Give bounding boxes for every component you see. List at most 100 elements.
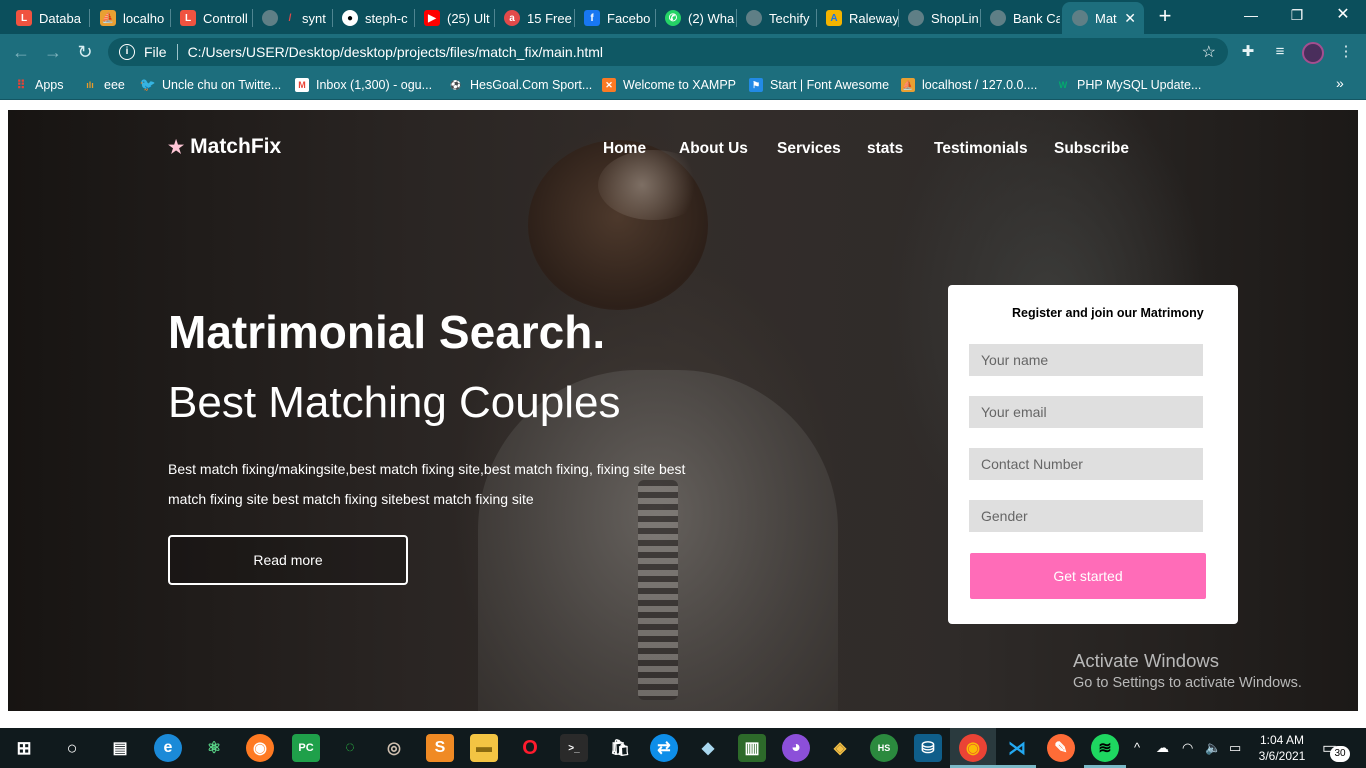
browser-tab[interactable]: ⛵ localho xyxy=(90,4,168,32)
laravel-icon: L xyxy=(180,10,196,26)
registration-form: Register and join our Matrimony Your nam… xyxy=(948,285,1238,624)
new-tab-button[interactable]: + xyxy=(1152,4,1178,30)
flag-icon: ⚑ xyxy=(749,78,763,92)
nav-services[interactable]: Services xyxy=(777,140,841,158)
restore-window-button[interactable]: ❐ xyxy=(1274,0,1320,32)
windows-start-icon[interactable]: ⊞ xyxy=(10,734,38,762)
browser-tab[interactable]: L Databa xyxy=(6,4,86,32)
extensions-puzzle-icon[interactable]: ✚ xyxy=(1238,42,1258,62)
nav-about-us[interactable]: About Us xyxy=(679,140,748,158)
show-hidden-icons-icon[interactable]: ^ xyxy=(1134,740,1140,755)
chart-app-icon[interactable]: ▥ xyxy=(738,734,766,762)
file-explorer-icon[interactable]: ▬ xyxy=(470,734,498,762)
browser-tab-strip: L Databa ⛵ localho L Controll / synt ● s… xyxy=(0,0,1366,34)
bookmark-item[interactable]: 🐦 Uncle chu on Twitte... xyxy=(140,76,281,94)
spotify-icon[interactable]: ≋ xyxy=(1091,734,1119,762)
close-tab-icon[interactable]: ✕ xyxy=(1124,10,1136,27)
notification-center-icon[interactable]: ▭ 30 xyxy=(1322,738,1350,762)
globe-icon xyxy=(990,10,1006,26)
address-bar[interactable]: i File C:/Users/USER/Desktop/desktop/pro… xyxy=(108,38,1228,66)
hero-headline: Matrimonial Search. xyxy=(168,306,606,358)
more-bookmarks-icon[interactable]: » xyxy=(1336,75,1344,91)
github-desktop-icon[interactable]: ◕ xyxy=(782,734,810,762)
hero-section: ★ MatchFix Home About Us Services stats … xyxy=(8,110,1358,711)
get-started-button[interactable]: Get started xyxy=(970,553,1206,599)
store-icon[interactable]: 🛍 xyxy=(606,734,634,762)
site-logo[interactable]: ★ MatchFix xyxy=(168,135,281,159)
info-icon[interactable]: i xyxy=(119,44,135,60)
hs-app-icon[interactable]: HS xyxy=(870,734,898,762)
more-menu-icon[interactable]: ⋮ xyxy=(1336,42,1356,62)
back-arrow-icon[interactable]: ← xyxy=(8,40,34,64)
nav-stats[interactable]: stats xyxy=(867,140,903,158)
browser-tab-active[interactable]: Mat ✕ xyxy=(1062,2,1144,34)
contact-number-field[interactable]: Contact Number xyxy=(969,448,1203,480)
windows-taskbar: ⊞ ○ ▤ e ⚛ ◉ PC ◌ ◎ S ▬ O >_ 🛍 ⇄ ◆ ▥ ◕ ◈ … xyxy=(0,728,1366,768)
nav-testimonials[interactable]: Testimonials xyxy=(934,140,1028,158)
gender-field[interactable]: Gender xyxy=(969,500,1203,532)
bookmark-item[interactable]: ⚽ HesGoal.Com Sport... xyxy=(449,76,592,94)
git-kraken-icon[interactable]: ◈ xyxy=(826,734,854,762)
read-more-button[interactable]: Read more xyxy=(168,535,408,585)
browser-tab[interactable]: ● steph-c xyxy=(332,4,414,32)
edge-icon[interactable]: e xyxy=(154,734,182,762)
browser-tab[interactable]: Techify xyxy=(736,4,816,32)
volume-icon[interactable]: 🔈 xyxy=(1205,740,1221,756)
circle-app-icon[interactable]: ◌ xyxy=(336,734,364,762)
cloud-icon[interactable]: ☁ xyxy=(1156,740,1169,756)
search-circle-icon[interactable]: ○ xyxy=(58,734,86,762)
wifi-icon[interactable]: ◠ xyxy=(1182,740,1193,756)
whatsapp-icon: ✆ xyxy=(665,10,681,26)
notes-app-icon[interactable]: ◆ xyxy=(694,734,722,762)
name-field[interactable]: Your name xyxy=(969,344,1203,376)
postman-icon[interactable]: ✎ xyxy=(1047,734,1075,762)
profile-avatar[interactable] xyxy=(1302,42,1324,64)
browser-tab[interactable]: / synt xyxy=(252,4,330,32)
browser-tab[interactable]: ▶ (25) Ult xyxy=(414,4,494,32)
vscode-icon[interactable]: ⋊ xyxy=(1003,734,1031,762)
task-view-icon[interactable]: ▤ xyxy=(106,734,134,762)
email-field[interactable]: Your email xyxy=(969,396,1203,428)
logo-text: MatchFix xyxy=(190,135,282,158)
browser-tab[interactable]: L Controll xyxy=(170,4,252,32)
nav-home[interactable]: Home xyxy=(603,140,646,158)
globe-icon xyxy=(746,10,762,26)
mysql-workbench-icon[interactable]: ⛁ xyxy=(914,734,942,762)
sublime-text-icon[interactable]: S xyxy=(426,734,454,762)
url-text[interactable]: C:/Users/USER/Desktop/desktop/projects/f… xyxy=(188,44,603,60)
browser-tab[interactable]: Bank Ca xyxy=(980,4,1060,32)
bookmark-item[interactable]: ✕ Welcome to XAMPP xyxy=(602,76,736,94)
browser-tab[interactable]: A Raleway xyxy=(816,4,898,32)
chrome-icon[interactable]: ◉ xyxy=(959,734,987,762)
pycharm-icon[interactable]: PC xyxy=(292,734,320,762)
atom-icon[interactable]: ⚛ xyxy=(200,734,228,762)
browser-tab[interactable]: f Facebo xyxy=(574,4,654,32)
clock-time: 1:04 AM xyxy=(1259,733,1305,747)
bookmark-item[interactable]: ⚑ Start | Font Awesome xyxy=(749,76,889,94)
nav-subscribe[interactable]: Subscribe xyxy=(1054,140,1129,158)
system-clock[interactable]: 1:04 AM 3/6/2021 xyxy=(1252,732,1312,764)
media-player-icon[interactable]: ◎ xyxy=(380,734,408,762)
reload-icon[interactable]: ↻ xyxy=(72,40,98,64)
bookmark-item[interactable]: ılı eee xyxy=(83,76,125,94)
browser-tab[interactable]: a 15 Free xyxy=(494,4,574,32)
bookmark-apps[interactable]: ⠿ Apps xyxy=(14,76,64,94)
forward-arrow-icon[interactable]: → xyxy=(40,40,66,64)
tab-label: Bank Ca xyxy=(1013,10,1060,26)
bookmark-item[interactable]: ⛵ localhost / 127.0.0.... xyxy=(901,76,1037,94)
browser-tab[interactable]: ShopLin xyxy=(898,4,980,32)
terminal-icon[interactable]: >_ xyxy=(560,734,588,762)
media-queue-icon[interactable]: ≡ xyxy=(1270,42,1290,62)
teamviewer-icon[interactable]: ⇄ xyxy=(650,734,678,762)
browser-tab[interactable]: ✆ (2) Wha xyxy=(655,4,735,32)
page-viewport: ★ MatchFix Home About Us Services stats … xyxy=(0,101,1366,728)
minimize-window-button[interactable]: — xyxy=(1228,0,1274,32)
battery-icon[interactable]: ▭ xyxy=(1229,740,1241,756)
bookmark-item[interactable]: M Inbox (1,300) - ogu... xyxy=(295,76,432,94)
opera-icon[interactable]: O xyxy=(516,734,544,762)
firefox-icon[interactable]: ◉ xyxy=(246,734,274,762)
clock-date: 3/6/2021 xyxy=(1258,749,1306,763)
bookmark-star-icon[interactable]: ☆ xyxy=(1202,42,1216,62)
bookmark-item[interactable]: W PHP MySQL Update... xyxy=(1056,76,1202,94)
close-window-button[interactable]: ✕ xyxy=(1320,0,1366,32)
